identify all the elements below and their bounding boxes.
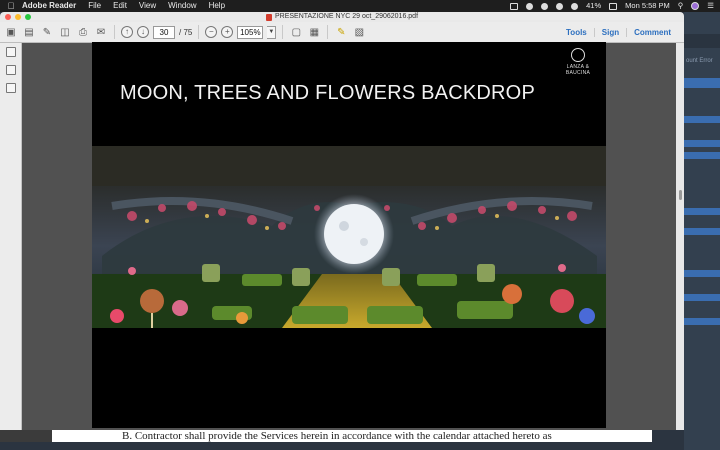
- zoom-button[interactable]: [25, 14, 31, 20]
- toolbar-divider: [282, 25, 284, 39]
- window-bottom-edge: [0, 430, 52, 442]
- backdrop-image: [92, 146, 606, 328]
- save-icon[interactable]: ◫: [58, 25, 72, 39]
- bluetooth-icon[interactable]: [556, 2, 564, 10]
- logo-text: LANZA & BAUCINA: [565, 64, 591, 76]
- zoom-input[interactable]: 105%: [237, 25, 264, 39]
- window-controls: [5, 14, 31, 20]
- page-number-input[interactable]: 30: [153, 25, 175, 39]
- menu-bar:  Adobe Reader File Edit View Window Hel…: [0, 0, 720, 12]
- comment-note-icon[interactable]: ✎: [334, 25, 348, 39]
- battery-icon[interactable]: [609, 2, 618, 10]
- zoom-dropdown-icon[interactable]: ▼: [267, 25, 277, 39]
- background-app-row: [684, 228, 720, 235]
- email-icon[interactable]: ✉: [94, 25, 108, 39]
- window-title: PRESENTAZIONE NYC 29 oct_29062016.pdf: [274, 13, 419, 20]
- battery-percent[interactable]: 41%: [586, 0, 601, 12]
- close-button[interactable]: [5, 14, 11, 20]
- background-app-row: [684, 140, 720, 147]
- tools-button[interactable]: Tools: [559, 28, 594, 37]
- sign-button[interactable]: Sign: [593, 28, 626, 37]
- background-app-header: [684, 34, 720, 48]
- background-app-row: [684, 116, 720, 123]
- toolbar-divider: [198, 25, 200, 39]
- toolbar-right-links: Tools Sign Comment: [559, 22, 678, 43]
- background-app-row: [684, 294, 720, 301]
- comment-button[interactable]: Comment: [626, 28, 678, 37]
- spotlight-icon[interactable]: ⚲: [678, 0, 684, 12]
- print-icon[interactable]: ⎙: [76, 25, 90, 39]
- vertical-scrollbar[interactable]: [676, 43, 684, 430]
- status-tray: 41% Mon 5:58 PM ⚲ ☰: [510, 0, 714, 12]
- zoom-in-button[interactable]: +: [221, 26, 234, 38]
- crest-icon: [571, 48, 585, 62]
- background-app-window[interactable]: ount Error: [684, 12, 720, 450]
- scrollbar-thumb[interactable]: [679, 190, 682, 200]
- app-menu[interactable]: Adobe Reader: [22, 0, 76, 12]
- document-body-text: B. Contractor shall provide the Services…: [52, 430, 652, 442]
- page-total: / 75: [179, 27, 193, 37]
- background-app-row: [684, 318, 720, 325]
- slide-title: MOON, TREES AND FLOWERS BACKDROP: [120, 82, 535, 104]
- bookmarks-icon[interactable]: [5, 65, 16, 75]
- wifi-icon[interactable]: [571, 2, 579, 10]
- menu-view[interactable]: View: [139, 0, 156, 12]
- full-screen-icon[interactable]: ▦: [307, 25, 321, 39]
- fit-page-icon[interactable]: ▢: [289, 25, 303, 39]
- clock[interactable]: Mon 5:58 PM: [625, 0, 670, 12]
- title-bar: PRESENTAZIONE NYC 29 oct_29062016.pdf: [0, 12, 684, 22]
- background-app-row: [684, 208, 720, 215]
- sync-icon[interactable]: [526, 2, 534, 10]
- background-app-error-text: ount Error: [686, 58, 713, 64]
- navigation-pane: [0, 43, 22, 430]
- minimize-button[interactable]: [15, 14, 21, 20]
- zoom-out-button[interactable]: −: [205, 26, 218, 38]
- edit-pdf-icon[interactable]: ✎: [40, 25, 54, 39]
- menu-edit[interactable]: Edit: [113, 0, 127, 12]
- combine-files-icon[interactable]: ▤: [22, 25, 36, 39]
- menu-help[interactable]: Help: [209, 0, 225, 12]
- brand-logo: LANZA & BAUCINA: [558, 48, 598, 76]
- background-app-row: [684, 78, 720, 88]
- next-page-button[interactable]: ↓: [137, 26, 149, 38]
- create-pdf-icon[interactable]: ▣: [4, 25, 18, 39]
- toolbar: ▣ ▤ ✎ ◫ ⎙ ✉ ↑ ↓ 30 / 75 − + 105% ▼ ▢ ▦ ✎…: [0, 22, 684, 43]
- pdf-file-icon: [265, 13, 272, 21]
- pdf-page-slide: MOON, TREES AND FLOWERS BACKDROP LANZA &…: [92, 42, 606, 428]
- page-thumbnails-icon[interactable]: [5, 47, 16, 57]
- highlight-icon[interactable]: ▧: [352, 25, 366, 39]
- background-app-row: [684, 152, 720, 159]
- toolbar-divider: [327, 25, 329, 39]
- dropbox-icon[interactable]: [510, 2, 519, 10]
- previous-page-button[interactable]: ↑: [121, 26, 133, 38]
- siri-icon[interactable]: [691, 2, 700, 10]
- menu-file[interactable]: File: [88, 0, 101, 12]
- menu-window[interactable]: Window: [168, 0, 196, 12]
- apple-icon[interactable]: : [0, 0, 22, 12]
- toolbar-divider: [114, 25, 115, 39]
- background-app-row: [684, 270, 720, 277]
- attachments-icon[interactable]: [5, 83, 16, 93]
- notification-center-icon[interactable]: ☰: [707, 0, 714, 12]
- time-machine-icon[interactable]: [541, 2, 549, 10]
